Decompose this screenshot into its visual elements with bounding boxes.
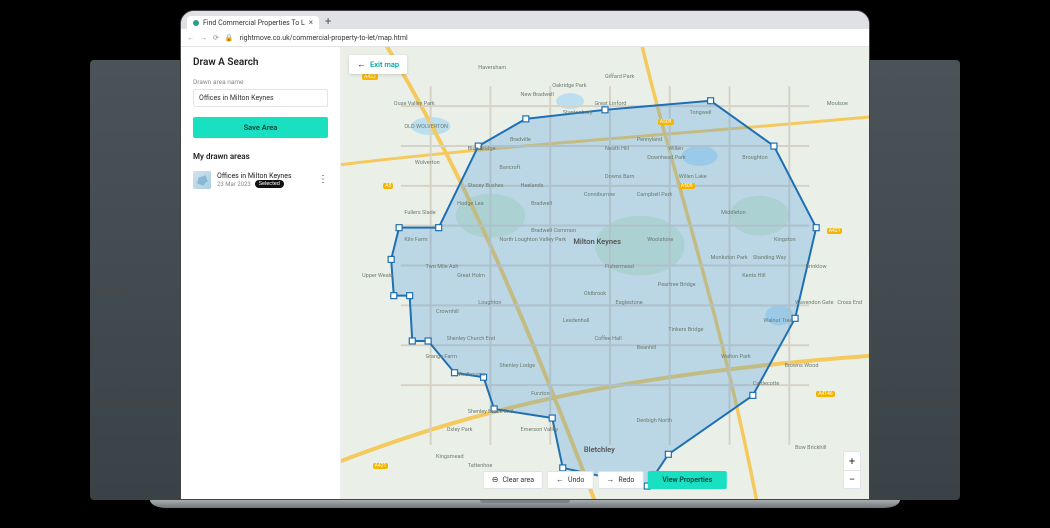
zoom-control: + − [843,451,861,489]
polygon-vertex-handle[interactable] [391,293,397,299]
polygon-vertex-handle[interactable] [425,338,431,344]
close-icon[interactable]: × [309,18,313,27]
area-thumbnail [193,171,211,189]
url-text[interactable]: rightmove.co.uk/commercial-property-to-l… [240,34,408,42]
tab-title: Find Commercial Properties To L [203,19,305,27]
sidebar-title: Draw A Search [193,57,328,68]
redo-label: Redo [618,476,634,484]
polygon-vertex-handle[interactable] [549,415,555,421]
arrow-left-icon: ← [556,476,564,484]
polygon-vertex-handle[interactable] [560,465,566,471]
forward-icon[interactable]: → [200,34,207,42]
polygon-vertex-handle[interactable] [813,225,819,231]
polygon-vertex-handle[interactable] [452,370,458,376]
clear-icon: ⊖ [492,476,499,484]
area-item-name: Offices in Milton Keynes [217,172,312,180]
polygon-vertex-handle[interactable] [523,116,529,122]
polygon-vertex-handle[interactable] [388,256,394,262]
polygon-vertex-handle[interactable] [475,143,481,149]
my-drawn-areas-title: My drawn areas [193,152,328,161]
browser-address-bar: ← → ⟳ 🔒 rightmove.co.uk/commercial-prope… [181,29,869,47]
view-properties-label: View Properties [662,476,712,484]
polygon-vertex-handle[interactable] [665,451,671,457]
view-properties-button[interactable]: View Properties [647,471,727,489]
zoom-in-button[interactable]: + [844,452,860,470]
polygon-vertex-handle[interactable] [708,98,714,104]
area-item-date: 23 Mar 2023 [217,181,251,188]
polygon-vertex-handle[interactable] [409,338,415,344]
exit-map-button[interactable]: ← Exit map [349,55,407,74]
kebab-icon[interactable]: ⋮ [318,177,328,183]
redo-button[interactable]: → Redo [597,471,643,489]
laptop-base [150,500,900,508]
area-name-label: Drawn area name [193,78,328,86]
save-area-button[interactable]: Save Area [193,117,328,138]
lock-icon: 🔒 [225,34,234,42]
polygon-vertex-handle[interactable] [491,406,497,412]
browser-tab-bar: Find Commercial Properties To L × + [181,11,869,29]
drawn-area-item[interactable]: Offices in Milton Keynes 23 Mar 2023 Sel… [193,171,328,189]
polygon-vertex-handle[interactable] [481,374,487,380]
map-background [341,47,869,499]
map-toolbar: ⊖ Clear area ← Undo → Redo View Proper [483,471,727,489]
exit-map-label: Exit map [370,60,399,69]
browser-tab[interactable]: Find Commercial Properties To L × [187,16,319,29]
zoom-out-button[interactable]: − [844,470,860,488]
polygon-vertex-handle[interactable] [792,315,798,321]
sidebar: Draw A Search Drawn area name Offices in… [181,47,341,499]
clear-area-label: Clear area [503,476,535,484]
undo-label: Undo [568,476,584,484]
reload-icon[interactable]: ⟳ [213,34,219,42]
area-item-badge: Selected [255,180,284,188]
polygon-vertex-handle[interactable] [771,143,777,149]
new-tab-button[interactable]: + [319,15,337,29]
polygon-vertex-handle[interactable] [436,225,442,231]
undo-button[interactable]: ← Undo [547,471,593,489]
polygon-vertex-handle[interactable] [602,107,608,113]
clear-area-button[interactable]: ⊖ Clear area [483,471,543,489]
polygon-vertex-handle[interactable] [396,225,402,231]
tab-favicon [193,20,199,26]
polygon-vertex-handle[interactable] [407,293,413,299]
area-name-input[interactable]: Offices in Milton Keynes [193,89,328,107]
map-canvas[interactable]: Milton KeynesBletchleyOLD WOLVERTONHaver… [341,47,869,499]
arrow-left-icon: ← [357,59,366,70]
arrow-right-icon: → [606,476,614,484]
polygon-vertex-handle[interactable] [750,392,756,398]
back-icon[interactable]: ← [187,34,194,42]
